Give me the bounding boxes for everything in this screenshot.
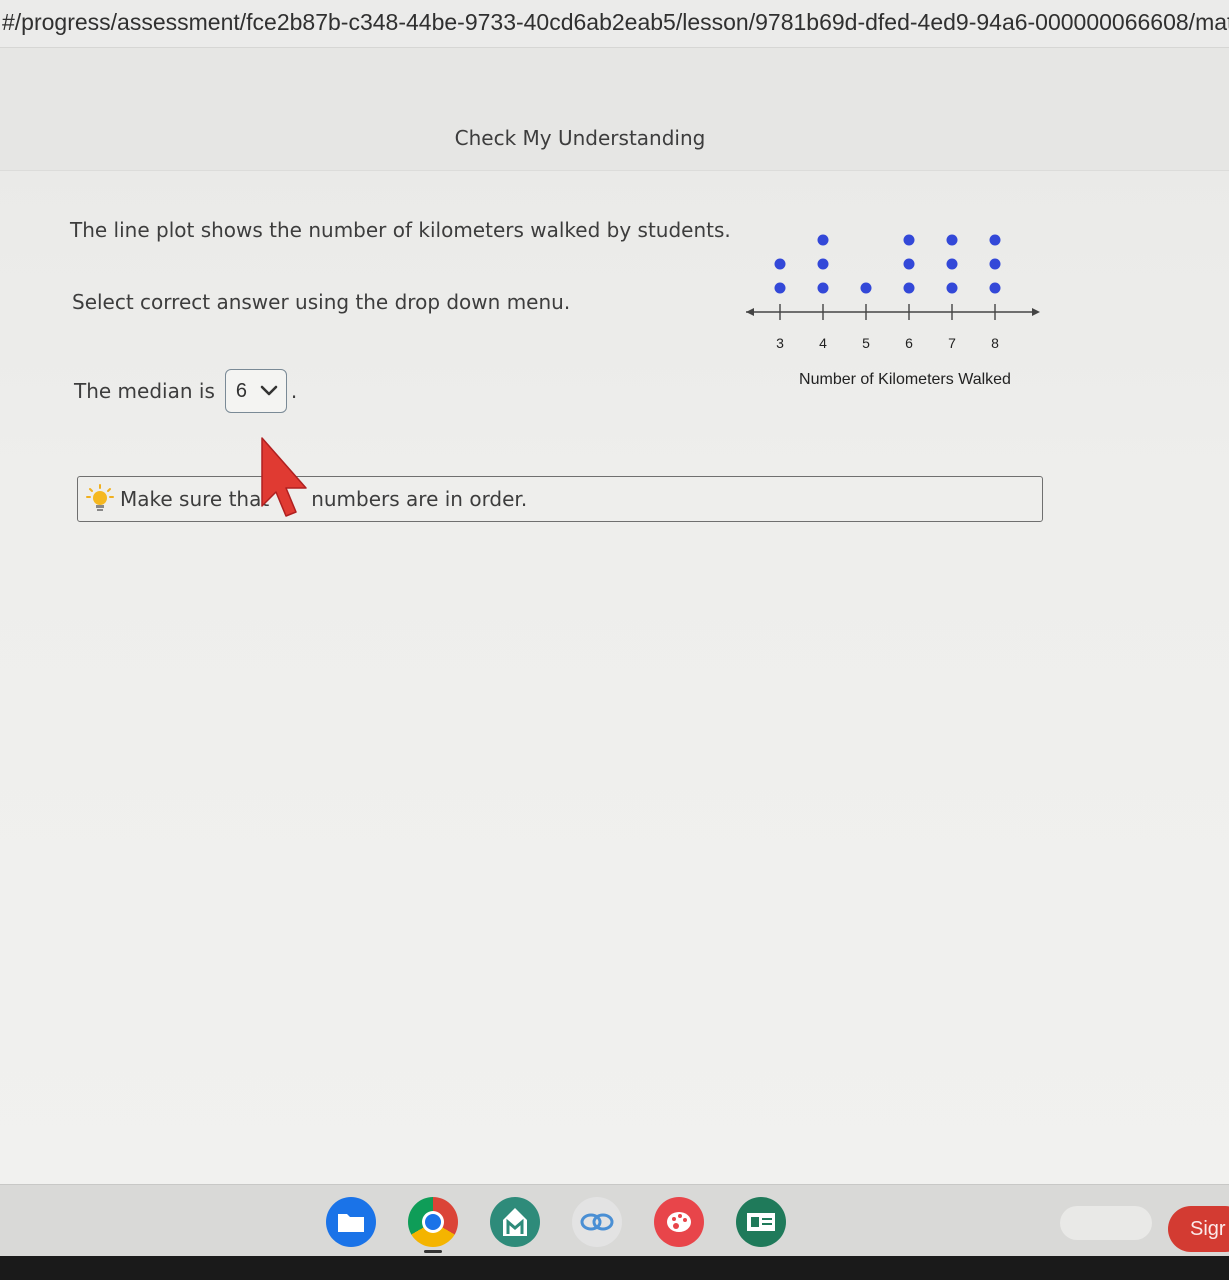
active-app-indicator: [424, 1250, 442, 1253]
chevron-down-icon: [260, 385, 278, 397]
lightbulb-icon: [86, 484, 114, 514]
paint-app-icon[interactable]: [654, 1197, 704, 1247]
plot-dot-8-1: [989, 282, 1001, 294]
plot-axis-label: Number of Kilometers Walked: [799, 371, 1011, 388]
median-dropdown-value: 6: [235, 379, 247, 402]
plot-tick-label-6: 6: [905, 335, 913, 351]
address-bar[interactable]: #/progress/assessment/fce2b87b-c348-44be…: [0, 0, 1229, 48]
link-app-icon[interactable]: [572, 1197, 622, 1247]
plot-tick-label-7: 7: [948, 335, 956, 351]
sign-out-button[interactable]: Sigr: [1168, 1206, 1229, 1252]
mouse-cursor-icon: [258, 436, 314, 524]
median-prefix: The median is: [74, 379, 215, 403]
plot-tick-label-5: 5: [862, 335, 870, 351]
plot-dot-8-3: [989, 234, 1001, 246]
plot-dot-6-3: [903, 234, 915, 246]
classroom-icon[interactable]: [736, 1197, 786, 1247]
status-tray[interactable]: [1060, 1206, 1152, 1240]
plot-dot-4-1: [817, 282, 829, 294]
plot-dot-4-2: [817, 258, 829, 270]
header-band: [0, 48, 1229, 171]
math-app-icon[interactable]: [490, 1197, 540, 1247]
plot-tick-label-4: 4: [819, 335, 827, 351]
plot-dot-8-2: [989, 258, 1001, 270]
axis-arrow-left-icon: [746, 308, 754, 316]
plot-dot-7-2: [946, 258, 958, 270]
plot-dot-7-3: [946, 234, 958, 246]
question-instruction: Select correct answer using the drop dow…: [72, 290, 571, 314]
median-row: The median is 6 .: [74, 368, 297, 414]
chrome-icon[interactable]: [408, 1197, 458, 1247]
plot-dot-5-1: [860, 282, 872, 294]
hint-box: Make sure that numbers are in order.: [77, 476, 1043, 522]
hint-text-end: numbers are in order.: [311, 487, 528, 511]
axis-arrow-right-icon: [1032, 308, 1040, 316]
hint-text: Make sure that: [120, 487, 270, 511]
median-dropdown[interactable]: 6: [224, 369, 287, 413]
question-intro: The line plot shows the number of kilome…: [70, 218, 731, 242]
plot-dot-7-1: [946, 282, 958, 294]
plot-tick-label-3: 3: [776, 335, 784, 351]
files-icon[interactable]: [326, 1197, 376, 1247]
plot-dot-3-1: [774, 282, 786, 294]
page-title: Check My Understanding: [454, 126, 706, 150]
median-suffix: .: [290, 379, 298, 403]
plot-dot-6-2: [903, 258, 915, 270]
plot-dot-4-3: [817, 234, 829, 246]
plot-dot-6-1: [903, 282, 915, 294]
plot-dot-3-2: [774, 258, 786, 270]
plot-tick-label-8: 8: [991, 335, 999, 351]
screen-bezel: [0, 1256, 1229, 1280]
